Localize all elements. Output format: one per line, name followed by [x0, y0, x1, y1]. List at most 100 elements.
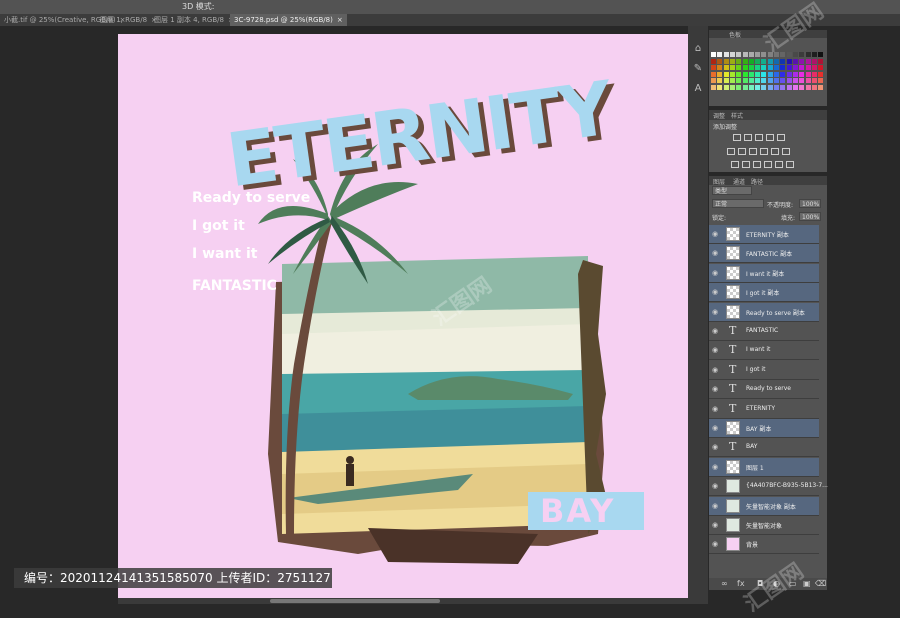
adjustment-icon[interactable]	[738, 148, 746, 155]
layer-row[interactable]: ◉ FANTASTIC 副本	[709, 244, 819, 264]
swatch[interactable]	[717, 65, 723, 70]
adjustment-icon[interactable]	[753, 161, 761, 168]
eye-icon[interactable]: ◉	[711, 269, 719, 277]
swatch[interactable]	[774, 71, 779, 77]
swatch[interactable]	[780, 84, 786, 90]
swatch[interactable]	[723, 58, 729, 64]
eye-icon[interactable]: ◉	[711, 482, 719, 490]
adjustment-icon[interactable]	[760, 148, 768, 155]
swatch[interactable]	[774, 78, 779, 83]
swatch[interactable]	[774, 58, 779, 64]
swatch[interactable]	[811, 78, 817, 83]
swatch[interactable]	[748, 65, 754, 70]
eye-icon[interactable]: ◉	[711, 308, 719, 316]
layer-row[interactable]: ◉ T I got it	[709, 360, 819, 380]
layer-row[interactable]: ◉ Ready to serve 副本	[709, 302, 819, 322]
layer-row[interactable]: ◉ 图层 1	[709, 457, 819, 477]
swatch[interactable]	[729, 71, 735, 77]
swatch[interactable]	[742, 78, 748, 83]
adjustment-icon[interactable]	[771, 148, 779, 155]
horizontal-scrollbar-thumb[interactable]	[270, 599, 440, 603]
swatch[interactable]	[761, 78, 767, 83]
eye-icon[interactable]: ◉	[711, 230, 719, 238]
swatch[interactable]	[818, 78, 824, 83]
layer-row[interactable]: ◉ 背景	[709, 535, 819, 555]
eye-icon[interactable]: ◉	[711, 346, 719, 354]
swatch[interactable]	[811, 71, 817, 77]
layer-row[interactable]: ◉ T Ready to serve	[709, 380, 819, 400]
swatch[interactable]	[748, 84, 754, 90]
swatch[interactable]	[742, 65, 748, 70]
swatch[interactable]	[717, 52, 723, 57]
swatch[interactable]	[761, 58, 767, 64]
swatch[interactable]	[736, 52, 742, 57]
swatch[interactable]	[736, 84, 742, 90]
swatch[interactable]	[767, 58, 773, 64]
swatch[interactable]	[711, 71, 716, 77]
swatch[interactable]	[780, 65, 786, 70]
eye-icon[interactable]: ◉	[711, 366, 719, 374]
swatch[interactable]	[742, 52, 748, 57]
swatch[interactable]	[761, 84, 767, 90]
swatch[interactable]	[711, 52, 716, 57]
eye-icon[interactable]: ◉	[711, 288, 719, 296]
swatch[interactable]	[748, 71, 754, 77]
swatch[interactable]	[792, 84, 798, 90]
document-canvas[interactable]: ETERNITY Ready to serve I got it I want …	[118, 34, 700, 598]
swatch[interactable]	[761, 71, 767, 77]
swatch[interactable]	[767, 78, 773, 83]
swatch[interactable]	[792, 65, 798, 70]
adjustment-icon[interactable]	[727, 148, 735, 155]
adjustment-icon[interactable]	[782, 148, 790, 155]
eye-icon[interactable]: ◉	[711, 502, 719, 510]
swatch[interactable]	[755, 58, 761, 64]
adjustment-icon[interactable]	[775, 161, 783, 168]
swatch[interactable]	[805, 58, 811, 64]
eye-icon[interactable]: ◉	[711, 327, 719, 335]
swatch[interactable]	[811, 65, 817, 70]
eye-icon[interactable]: ◉	[711, 540, 719, 548]
swatch[interactable]	[729, 65, 735, 70]
swatch[interactable]	[755, 52, 761, 57]
swatch[interactable]	[767, 71, 773, 77]
eye-icon[interactable]: ◉	[711, 405, 719, 413]
blend-mode-select[interactable]: 正常	[712, 199, 764, 208]
fill-input[interactable]: 100%	[799, 212, 821, 221]
swatch[interactable]	[805, 65, 811, 70]
swatch[interactable]	[723, 52, 729, 57]
swatch[interactable]	[805, 52, 811, 57]
link-layers-icon[interactable]: ∞	[721, 579, 728, 588]
swatch[interactable]	[711, 65, 716, 70]
adjustment-icon[interactable]	[731, 161, 739, 168]
eye-icon[interactable]: ◉	[711, 385, 719, 393]
tab-adjustments[interactable]: 调整	[713, 111, 725, 120]
swatch[interactable]	[786, 84, 792, 90]
swatch[interactable]	[767, 84, 773, 90]
swatch[interactable]	[742, 84, 748, 90]
swatch[interactable]	[748, 58, 754, 64]
adjustment-icon[interactable]	[749, 148, 757, 155]
swatch[interactable]	[805, 71, 811, 77]
swatch[interactable]	[761, 65, 767, 70]
swatch[interactable]	[786, 78, 792, 83]
swatch[interactable]	[805, 84, 811, 90]
swatch[interactable]	[818, 52, 824, 57]
swatch[interactable]	[799, 58, 805, 64]
swatch[interactable]	[723, 78, 729, 83]
adjustment-icon[interactable]	[766, 134, 774, 141]
layer-row[interactable]: ◉ BAY 副本	[709, 419, 819, 438]
layer-row[interactable]: ◉ T I want it	[709, 341, 819, 361]
swatch[interactable]	[729, 58, 735, 64]
swatch[interactable]	[799, 84, 805, 90]
layer-filter-kind[interactable]: 类型	[712, 186, 752, 195]
adjustment-icon[interactable]	[755, 134, 763, 141]
swatch[interactable]	[780, 58, 786, 64]
swatch[interactable]	[736, 71, 742, 77]
swatch[interactable]	[792, 71, 798, 77]
swatch[interactable]	[811, 84, 817, 90]
swatch[interactable]	[780, 78, 786, 83]
swatch[interactable]	[742, 58, 748, 64]
swatch[interactable]	[811, 58, 817, 64]
swatch[interactable]	[711, 84, 716, 90]
swatch[interactable]	[717, 71, 723, 77]
